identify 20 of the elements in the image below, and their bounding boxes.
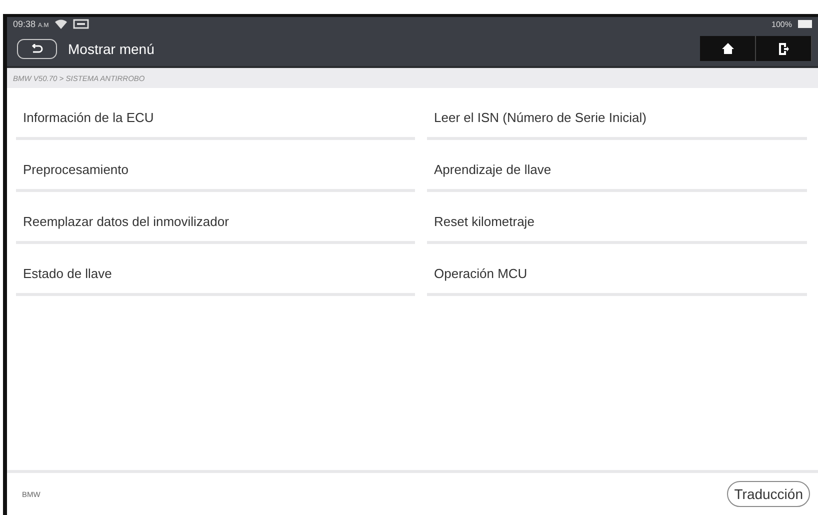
battery-icon bbox=[798, 20, 812, 28]
home-icon bbox=[722, 43, 734, 54]
menu-item[interactable]: Reemplazar datos del inmovilizador bbox=[16, 192, 415, 244]
menu-item[interactable]: Aprendizaje de llave bbox=[427, 140, 807, 192]
header-title: Mostrar menú bbox=[68, 40, 154, 56]
return-arrow-icon bbox=[31, 44, 43, 54]
menu-item[interactable]: Leer el ISN (Número de Serie Inicial) bbox=[427, 88, 807, 140]
menu-item[interactable]: Estado de llave bbox=[16, 244, 415, 296]
translate-button[interactable]: Traducción bbox=[727, 481, 810, 507]
menu-item[interactable]: Preprocesamiento bbox=[16, 140, 415, 192]
menu-item[interactable]: Información de la ECU bbox=[16, 88, 415, 140]
menu-item[interactable]: Reset kilometraje bbox=[427, 192, 807, 244]
battery-pack-icon bbox=[72, 19, 89, 29]
exit-button[interactable] bbox=[756, 36, 812, 61]
back-button[interactable] bbox=[17, 38, 57, 58]
battery-level: 100% bbox=[772, 20, 792, 28]
exit-door-icon bbox=[778, 42, 788, 54]
menu-item[interactable]: Operación MCU bbox=[427, 244, 807, 296]
home-button[interactable] bbox=[700, 36, 756, 61]
wifi-icon bbox=[54, 19, 67, 29]
